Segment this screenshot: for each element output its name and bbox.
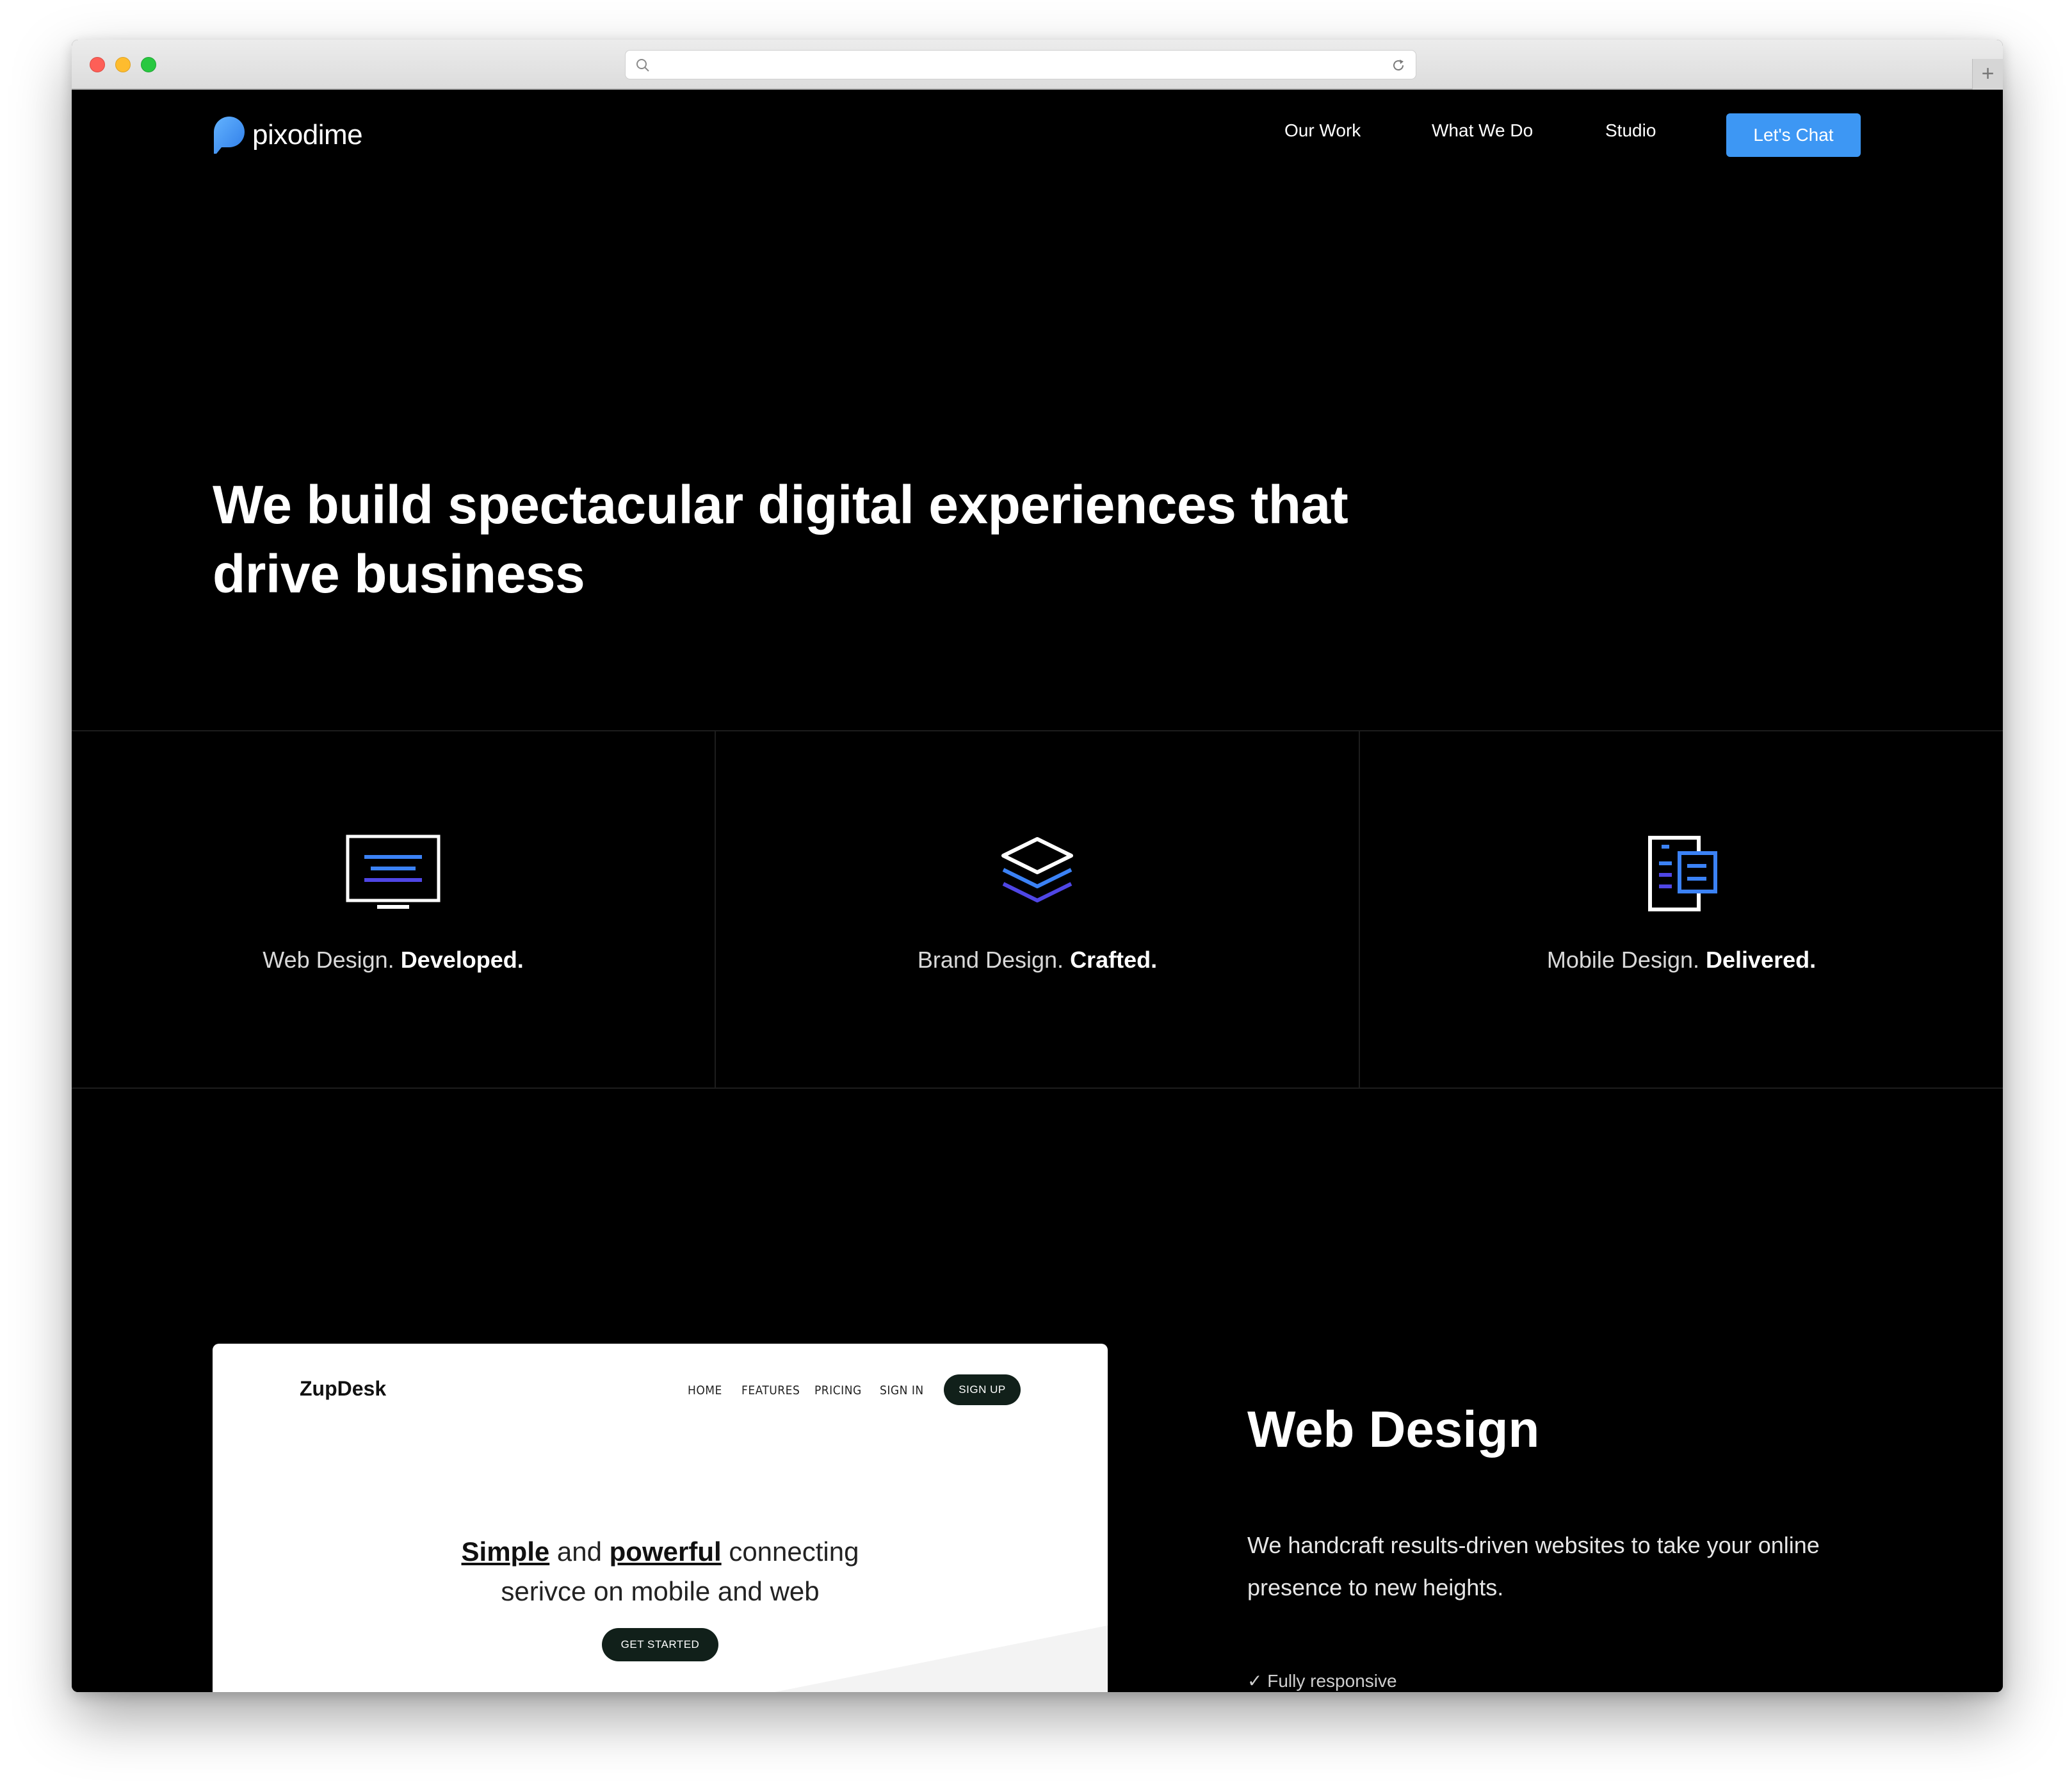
- web-design-description: We handcraft results-driven websites to …: [1247, 1532, 1820, 1601]
- search-icon: [635, 57, 651, 77]
- logo-text: pixodime: [252, 119, 363, 151]
- mockup-get-started-button: GET STARTED: [602, 1628, 718, 1661]
- zupdesk-mockup: ZupDesk HOME FEATURES PRICING SIGN IN SI…: [213, 1344, 1108, 1692]
- nav-studio[interactable]: Studio: [1605, 120, 1656, 141]
- mockup-logo: ZupDesk: [300, 1377, 387, 1400]
- lets-chat-button[interactable]: Let's Chat: [1726, 113, 1861, 157]
- mobile-screens-icon: [1648, 836, 1717, 911]
- feature-label: Web Design.: [263, 947, 394, 973]
- nav-our-work[interactable]: Our Work: [1284, 120, 1361, 141]
- features-row: Web Design. Developed. Brand Design. Cra…: [72, 730, 2003, 1089]
- feature-emphasis: Developed.: [400, 947, 524, 973]
- feature-emphasis: Crafted.: [1070, 947, 1158, 973]
- web-design-title: Web Design: [1247, 1401, 1540, 1458]
- mockup-headline: Simple and powerful connecting serivce o…: [213, 1532, 1108, 1611]
- browser-window: + pixodime Our Work What We Do Studio Le…: [72, 40, 2003, 1692]
- mockup-nav-sign-in: SIGN IN: [880, 1383, 924, 1397]
- mockup-nav-features: FEATURES: [741, 1383, 800, 1397]
- address-bar[interactable]: [625, 50, 1416, 79]
- feature-web-design[interactable]: Web Design. Developed.: [72, 731, 716, 1087]
- hero-title: We build spectacular digital experiences…: [213, 475, 1348, 604]
- mockup-background-shape: [724, 1625, 1108, 1692]
- page-content: pixodime Our Work What We Do Studio Let'…: [72, 90, 2003, 1692]
- pixodime-logo-icon: [214, 117, 245, 154]
- mockup-headline-line2: serivce on mobile and web: [501, 1576, 820, 1606]
- feature-mobile-design[interactable]: Mobile Design. Delivered.: [1360, 731, 2003, 1087]
- mockup-headline-powerful: powerful: [609, 1536, 722, 1567]
- feature-label: Mobile Design.: [1546, 947, 1699, 973]
- bullet-text: Fully responsive: [1267, 1671, 1397, 1691]
- mockup-headline-simple: Simple: [461, 1536, 550, 1567]
- new-tab-button[interactable]: +: [1972, 59, 2003, 90]
- mockup-nav-pricing: PRICING: [814, 1383, 862, 1397]
- mockup-headline-and: and: [556, 1536, 602, 1567]
- reload-icon[interactable]: [1390, 57, 1407, 77]
- minimize-window-button[interactable]: [115, 57, 131, 72]
- feature-emphasis: Delivered.: [1706, 947, 1817, 973]
- mockup-nav-home: HOME: [688, 1383, 722, 1397]
- close-window-button[interactable]: [90, 57, 105, 72]
- mockup-headline-connecting: connecting: [729, 1536, 859, 1567]
- feature-brand-design[interactable]: Brand Design. Crafted.: [716, 731, 1360, 1087]
- browser-toolbar: +: [72, 40, 2003, 90]
- monitor-icon: [346, 835, 441, 909]
- check-icon: ✓: [1247, 1671, 1268, 1691]
- mockup-sign-up-button: SIGN UP: [944, 1374, 1021, 1405]
- maximize-window-button[interactable]: [141, 57, 156, 72]
- nav-what-we-do[interactable]: What We Do: [1432, 120, 1533, 141]
- feature-label: Brand Design.: [917, 947, 1064, 973]
- web-design-bullet: ✓ Fully responsive: [1247, 1670, 1397, 1691]
- site-logo[interactable]: pixodime: [213, 114, 363, 156]
- layers-icon: [1001, 837, 1073, 902]
